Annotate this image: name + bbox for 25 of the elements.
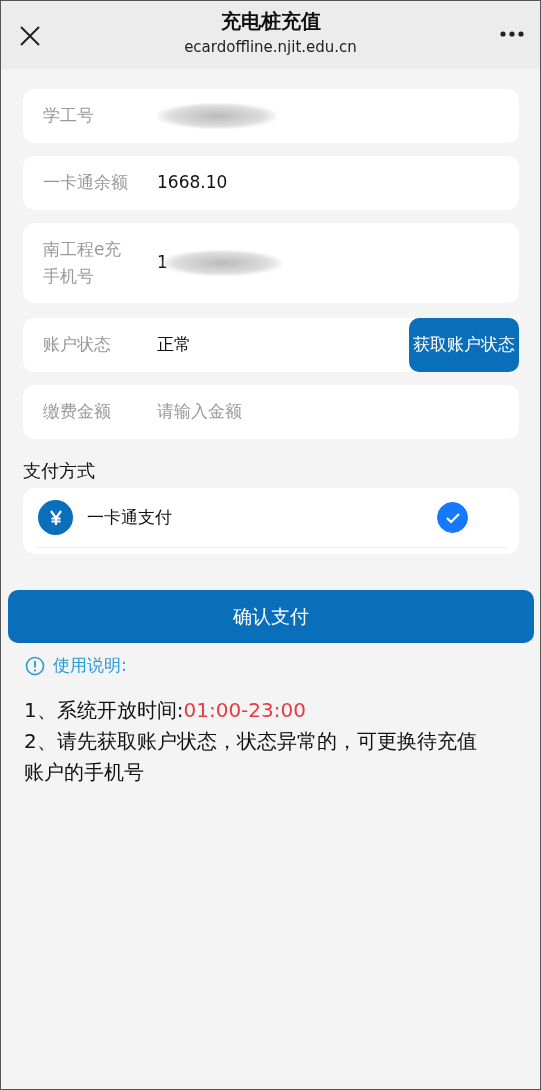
field-value: 1: [157, 251, 168, 275]
option-label: 一卡通支付: [87, 505, 172, 529]
field-value: 1668.10: [157, 171, 228, 195]
info-icon: [25, 655, 45, 676]
payment-option[interactable]: 一卡通支付: [35, 488, 507, 548]
amount-input[interactable]: 请输入金额: [157, 399, 519, 425]
get-status-button[interactable]: 获取账户状态: [409, 318, 519, 372]
notes-heading: 使用说明:: [53, 654, 127, 677]
page-title: 充电桩充值: [220, 9, 321, 33]
instruction-text: 1、系统开放时间:01:00-23:00: [24, 696, 307, 724]
field-label: 账户状态: [43, 333, 112, 357]
field-label: 学工号: [43, 104, 95, 128]
check-icon[interactable]: [437, 502, 468, 533]
field-label: 缴费金额: [43, 400, 112, 424]
field-label: 南工程e充手机号: [43, 237, 123, 288]
amount-field[interactable]: 缴费金额 请输入金额: [23, 385, 519, 439]
more-icon[interactable]: [500, 31, 524, 37]
yen-icon: [38, 500, 73, 535]
field-label: 一卡通余额: [43, 171, 129, 195]
field-value: 正常: [157, 333, 191, 357]
close-icon[interactable]: [19, 25, 41, 47]
section-heading: 支付方式: [23, 459, 96, 483]
instruction-text: 2、请先获取账户状态，状态异常的，可更换待充值账户的手机号: [24, 727, 478, 786]
confirm-button[interactable]: 确认支付: [8, 590, 534, 643]
page-url: ecardoffline.njit.edu.cn: [184, 37, 357, 58]
